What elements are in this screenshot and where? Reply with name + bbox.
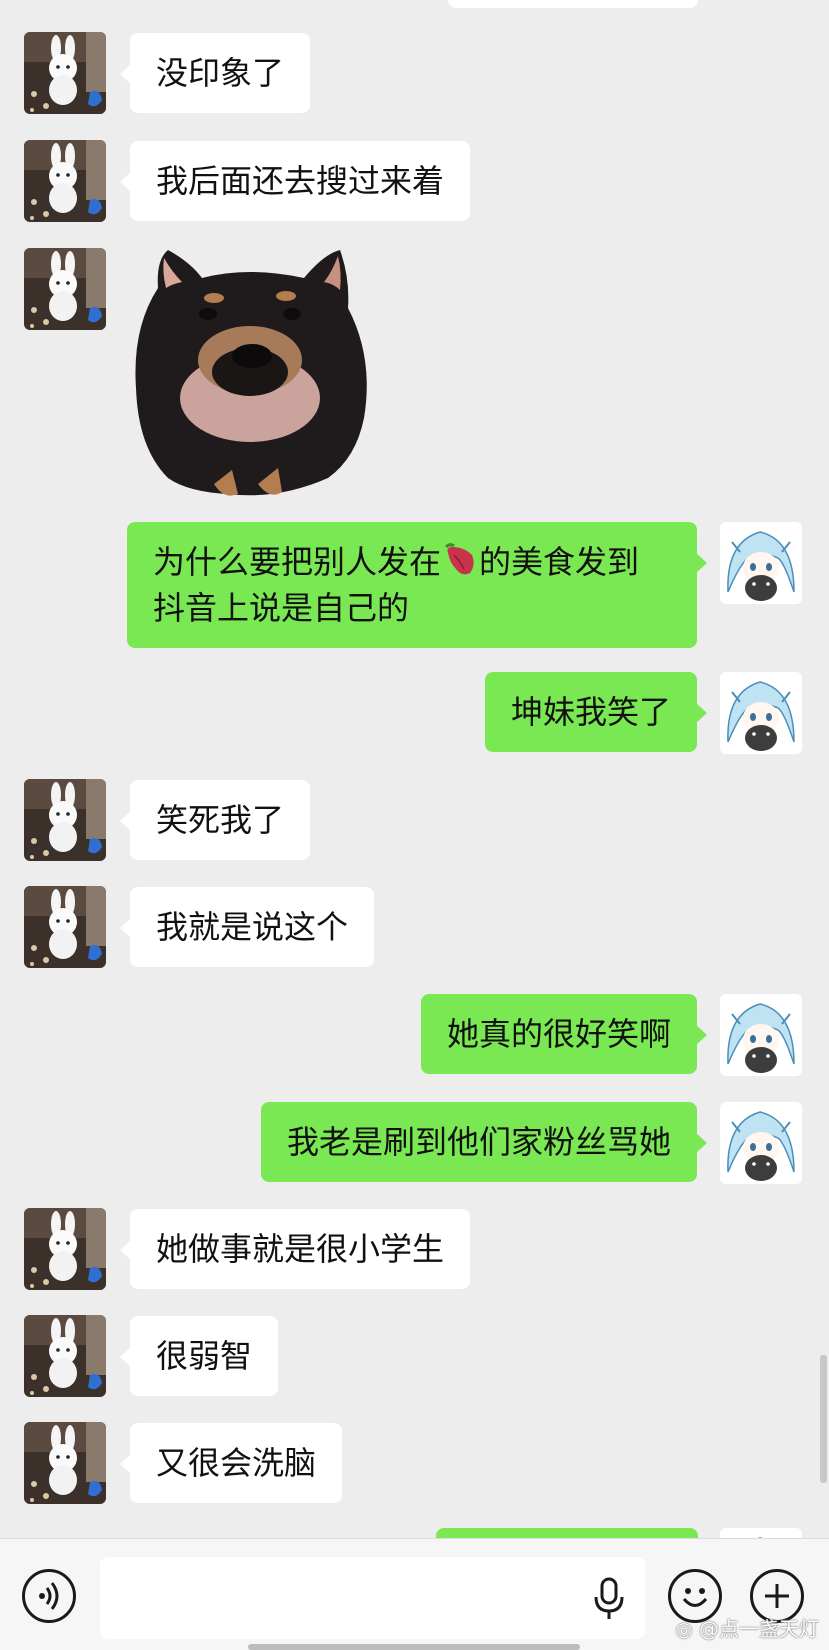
voice-icon [39,1582,59,1610]
self-avatar[interactable] [720,994,802,1076]
contact-avatar[interactable] [24,140,106,222]
message-bubble[interactable]: 我就是说这个 [119,887,375,967]
message-bubble[interactable]: 又很会洗脑 [119,1423,343,1503]
voice-button[interactable] [22,1569,76,1623]
self-avatar[interactable] [720,522,802,604]
sweet-potato-emoji [444,543,474,575]
message-bubble[interactable]: 我后面还去搜过来着 [119,141,471,221]
message-text: 抖音上说是自己的 [153,589,410,627]
weibo-icon: ◎ [675,1617,693,1641]
partial-message-bubble[interactable] [448,0,698,8]
self-avatar[interactable] [720,1102,802,1184]
message-bubble[interactable]: 我老是刷到他们家粉丝骂她 [260,1102,708,1182]
watermark-text: @点一盏天灯 [699,1617,819,1641]
contact-avatar[interactable] [24,32,106,114]
contact-avatar[interactable] [24,886,106,968]
message-text: 的美食发到 [479,543,640,581]
message-bubble[interactable]: 坤妹我笑了 [484,672,708,752]
partial-message-bubble[interactable] [436,1528,698,1538]
contact-avatar[interactable] [24,1208,106,1290]
watermark: ◎ @点一盏天灯 [675,1613,819,1642]
message-bubble[interactable]: 为什么要把别人发在 的美食发到 抖音上说是自己的 [127,522,707,648]
input-bar: ◎ @点一盏天灯 [0,1538,829,1650]
contact-avatar[interactable] [24,779,106,861]
home-indicator[interactable] [248,1644,580,1650]
chat-area[interactable]: 没印象了 我后面还去搜过来着 为什么要把别人发在的美食发到 抖音上说是自己的 [0,0,829,1538]
contact-avatar[interactable] [24,1422,106,1504]
self-avatar[interactable] [720,1528,802,1538]
message-bubble[interactable]: 很弱智 [119,1316,279,1396]
message-bubble[interactable]: 笑死我了 [119,780,311,860]
message-input[interactable] [100,1557,645,1639]
shiba-dog-sticker[interactable] [128,248,378,500]
message-bubble[interactable]: 她做事就是很小学生 [119,1209,471,1289]
microphone-icon[interactable] [592,1577,626,1621]
message-text: 为什么要把别人发在 [153,543,442,581]
message-bubble[interactable]: 没印象了 [119,33,311,113]
contact-avatar[interactable] [24,1315,106,1397]
message-bubble[interactable]: 她真的很好笑啊 [420,994,708,1074]
self-avatar[interactable] [720,672,802,754]
contact-avatar[interactable] [24,248,106,330]
scrollbar[interactable] [820,1355,827,1483]
